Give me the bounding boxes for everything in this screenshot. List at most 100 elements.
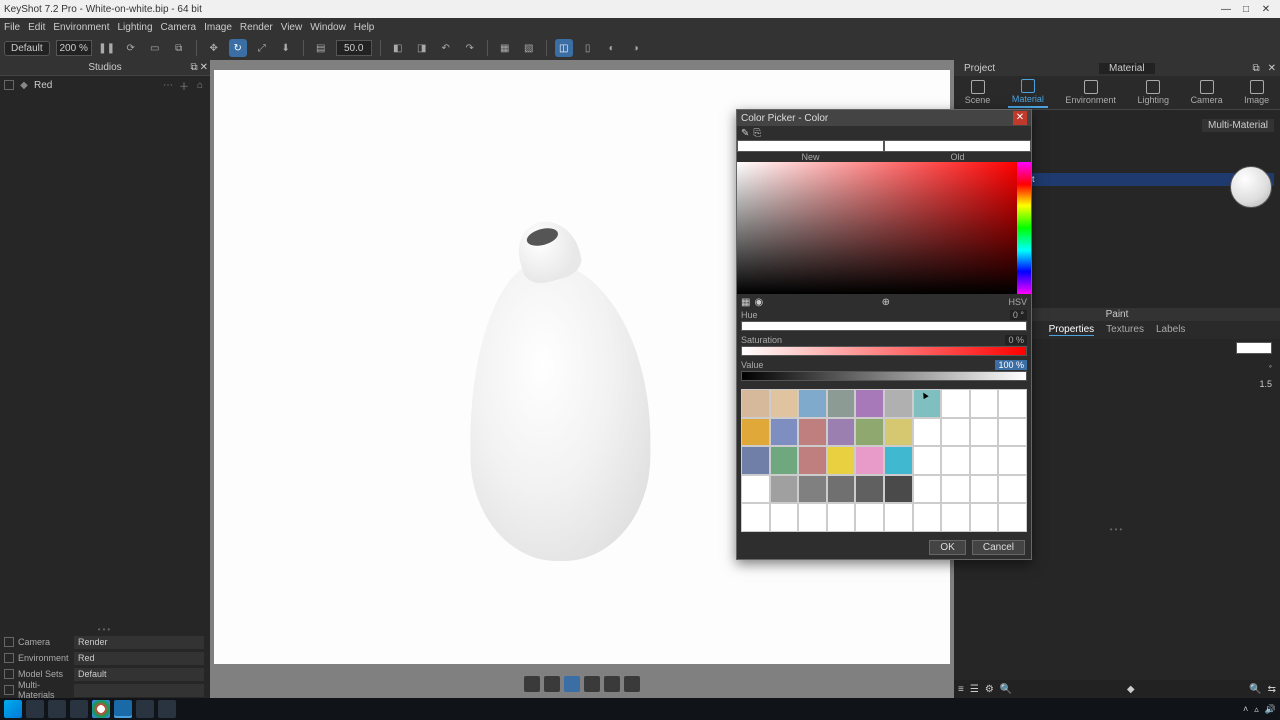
swatch[interactable] [998,475,1027,504]
cube-icon[interactable]: ◧ [389,39,407,57]
undo-icon[interactable]: ↶ [437,39,455,57]
row-action-c-icon[interactable]: ⌂ [194,80,206,91]
menu-lighting[interactable]: Lighting [118,22,153,33]
menu-help[interactable]: Help [354,22,375,33]
swatch[interactable] [913,446,942,475]
footer-icon-1[interactable]: ≡ [958,684,964,695]
rotate-icon[interactable]: ↻ [229,39,247,57]
saturation-value-field[interactable] [737,162,1017,294]
tool-b-icon[interactable]: ▧ [520,39,538,57]
check-model[interactable] [4,669,14,679]
dialog-close-icon[interactable]: ✕ [1013,111,1027,125]
swatch[interactable] [741,389,770,418]
vt-icon-6[interactable] [624,676,640,692]
menu-render[interactable]: Render [240,22,273,33]
row-action-a-icon[interactable]: ⋯ [162,80,174,91]
value-model[interactable]: Default [74,668,204,681]
swatch[interactable] [770,475,799,504]
swatch[interactable] [998,503,1027,532]
maximize-button[interactable]: □ [1236,4,1256,15]
color-swatch[interactable] [1236,342,1272,354]
footer-icon-7[interactable]: ⇆ [1268,684,1276,695]
task-icon-a[interactable] [136,700,154,718]
close-right-icon[interactable]: ✕ [1264,63,1280,74]
system-tray[interactable]: ˄ ▵ 🔊 [1243,704,1276,715]
multi-material-button[interactable]: Multi-Material [1202,119,1274,132]
itab-material[interactable]: Material [1008,77,1048,108]
download-icon[interactable]: ⬇ [277,39,295,57]
check-env[interactable] [4,653,14,663]
vt-icon-1[interactable] [524,676,540,692]
checkbox-icon[interactable] [4,80,14,90]
swatch[interactable] [827,503,856,532]
itab-image[interactable]: Image [1240,78,1273,107]
swatch[interactable] [827,389,856,418]
footer-icon-3[interactable]: ⚙ [985,684,994,695]
swatch[interactable] [770,446,799,475]
panel-mid-icon[interactable]: ▯ [579,39,597,57]
swatch[interactable] [741,418,770,447]
swatch[interactable] [998,418,1027,447]
swatch[interactable] [770,503,799,532]
panel-grip[interactable]: ••• [0,625,210,634]
value-camera[interactable]: Render [74,636,204,649]
sat-value[interactable]: 0 % [1005,335,1027,345]
footer-icon-6[interactable]: 🔍 [1249,684,1261,695]
start-button[interactable] [4,700,22,718]
swatch[interactable] [798,475,827,504]
swatch[interactable] [970,389,999,418]
tray-vol-icon[interactable]: 🔊 [1265,704,1276,715]
swatch[interactable] [941,503,970,532]
itab-scene[interactable]: Scene [961,78,995,107]
tray-up-icon[interactable]: ˄ [1243,704,1248,714]
eyedropper-icon[interactable]: ✎ [741,128,749,139]
swatch[interactable] [941,475,970,504]
menu-camera[interactable]: Camera [161,22,197,33]
swatch[interactable] [770,389,799,418]
swatch[interactable] [827,446,856,475]
taskview-icon[interactable] [48,700,66,718]
close-button[interactable]: ✕ [1256,4,1276,15]
search-icon[interactable] [26,700,44,718]
swatch[interactable] [827,418,856,447]
swatch[interactable] [855,446,884,475]
swatch[interactable] [913,418,942,447]
swatch[interactable] [884,475,913,504]
tool-a-icon[interactable]: ▦ [496,39,514,57]
swatch[interactable] [855,418,884,447]
dialog-titlebar[interactable]: Color Picker - Color ✕ [737,110,1031,126]
tab-project[interactable]: Project [954,63,1005,74]
close-panel-icon[interactable]: ✕ [200,62,208,73]
footer-icon-2[interactable]: ☰ [970,684,979,695]
detach-icon[interactable]: ⧉ [190,62,197,73]
menu-window[interactable]: Window [310,22,346,33]
swatch[interactable] [941,389,970,418]
picker-mode-icon2[interactable]: ◉ [754,297,763,308]
cancel-button[interactable]: Cancel [972,540,1025,555]
picker-mode-icon1[interactable]: ▦ [741,297,750,308]
value-multi[interactable] [74,684,204,697]
check-multi[interactable] [4,685,14,695]
swatch[interactable] [741,503,770,532]
swatch[interactable] [913,389,942,418]
panel-extra-icon[interactable]: ◑ [627,39,645,57]
swatch[interactable] [970,418,999,447]
swatch[interactable] [970,446,999,475]
swatch[interactable] [970,475,999,504]
menu-environment[interactable]: Environment [53,22,109,33]
angle-input[interactable] [336,40,372,56]
hue-slider[interactable] [741,321,1027,331]
val-value[interactable]: 100 % [995,360,1027,370]
move-icon[interactable]: ✥ [205,39,223,57]
tab-labels[interactable]: Labels [1156,324,1185,336]
tab-textures[interactable]: Textures [1106,324,1144,336]
material-preview-sphere[interactable] [1230,166,1272,208]
region-icon[interactable]: ▭ [146,39,164,57]
sat-slider[interactable] [741,346,1027,356]
vt-icon-2[interactable] [544,676,560,692]
swatch[interactable] [941,418,970,447]
tab-properties[interactable]: Properties [1049,324,1095,336]
swatch[interactable] [884,389,913,418]
swatch[interactable] [798,418,827,447]
detach-right-icon[interactable]: ⧉ [1248,63,1263,74]
